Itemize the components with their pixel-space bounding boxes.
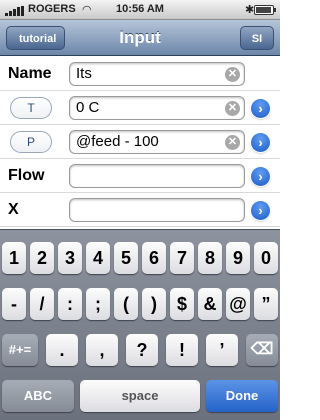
keyboard: 1 2 3 4 5 6 7 8 9 0 - / : ; ( ) $ & @ ” … <box>0 229 280 420</box>
clear-icon[interactable]: ✕ <box>225 101 240 116</box>
key-exclamation[interactable]: ! <box>166 334 198 366</box>
name-label: Name <box>8 65 52 82</box>
key-question[interactable]: ? <box>126 334 158 366</box>
temperature-field[interactable]: 0 C ✕ <box>69 96 245 120</box>
flow-label: Flow <box>8 167 45 184</box>
key-5[interactable]: 5 <box>114 242 138 274</box>
key-colon[interactable]: : <box>58 288 82 320</box>
bluetooth-icon: ✱ <box>245 4 255 16</box>
name-field[interactable]: Its ✕ <box>69 62 245 86</box>
key-dollar[interactable]: $ <box>170 288 194 320</box>
space-bar[interactable]: space <box>80 380 200 412</box>
flow-row: Flow › <box>0 159 280 193</box>
key-apostrophe[interactable]: ’ <box>206 334 238 366</box>
units-button[interactable]: SI <box>240 26 274 50</box>
clear-icon[interactable]: ✕ <box>225 135 240 150</box>
name-field-value: Its <box>76 65 92 82</box>
disclosure-icon[interactable]: › <box>251 201 270 220</box>
clock: 10:56 AM <box>116 3 164 15</box>
key-comma[interactable]: , <box>86 334 118 366</box>
name-row: Name Its ✕ <box>0 57 280 91</box>
key-open-paren[interactable]: ( <box>114 288 138 320</box>
pressure-row: P @feed - 100 ✕ › <box>0 125 280 159</box>
x-label: X <box>8 201 19 218</box>
key-6[interactable]: 6 <box>142 242 166 274</box>
pressure-field-value: @feed - 100 <box>76 133 159 150</box>
delete-icon[interactable]: ⌫ <box>246 334 278 366</box>
battery-icon <box>254 5 276 15</box>
temperature-row: T 0 C ✕ › <box>0 91 280 125</box>
x-row: X › <box>0 193 280 227</box>
key-8[interactable]: 8 <box>198 242 222 274</box>
key-ampersand[interactable]: & <box>198 288 222 320</box>
key-7[interactable]: 7 <box>170 242 194 274</box>
key-3[interactable]: 3 <box>58 242 82 274</box>
key-semicolon[interactable]: ; <box>86 288 110 320</box>
key-1[interactable]: 1 <box>2 242 26 274</box>
key-quote[interactable]: ” <box>254 288 278 320</box>
key-slash[interactable]: / <box>30 288 54 320</box>
temperature-button[interactable]: T <box>10 97 52 119</box>
input-form: Name Its ✕ T 0 C ✕ › P @feed - 100 ✕ › F… <box>0 57 280 229</box>
key-9[interactable]: 9 <box>226 242 250 274</box>
done-button[interactable]: Done <box>206 380 278 412</box>
x-field[interactable] <box>69 198 245 222</box>
key-period[interactable]: . <box>46 334 78 366</box>
key-hyphen[interactable]: - <box>2 288 26 320</box>
disclosure-icon[interactable]: › <box>251 167 270 186</box>
key-close-paren[interactable]: ) <box>142 288 166 320</box>
pressure-button[interactable]: P <box>10 131 52 153</box>
navigation-bar: tutorial Input SI <box>0 20 280 56</box>
clear-icon[interactable]: ✕ <box>225 67 240 82</box>
symbols-toggle-button[interactable]: #+= <box>2 334 38 366</box>
flow-field[interactable] <box>69 164 245 188</box>
disclosure-icon[interactable]: › <box>251 133 270 152</box>
disclosure-icon[interactable]: › <box>251 99 270 118</box>
temperature-field-value: 0 C <box>76 99 100 116</box>
key-4[interactable]: 4 <box>86 242 110 274</box>
abc-button[interactable]: ABC <box>2 380 74 412</box>
status-bar: ROGERS ◠ 10:56 AM ✱ <box>0 0 280 20</box>
pressure-field[interactable]: @feed - 100 ✕ <box>69 130 245 154</box>
page-title: Input <box>119 28 161 47</box>
key-0[interactable]: 0 <box>254 242 278 274</box>
key-at[interactable]: @ <box>226 288 250 320</box>
key-2[interactable]: 2 <box>30 242 54 274</box>
